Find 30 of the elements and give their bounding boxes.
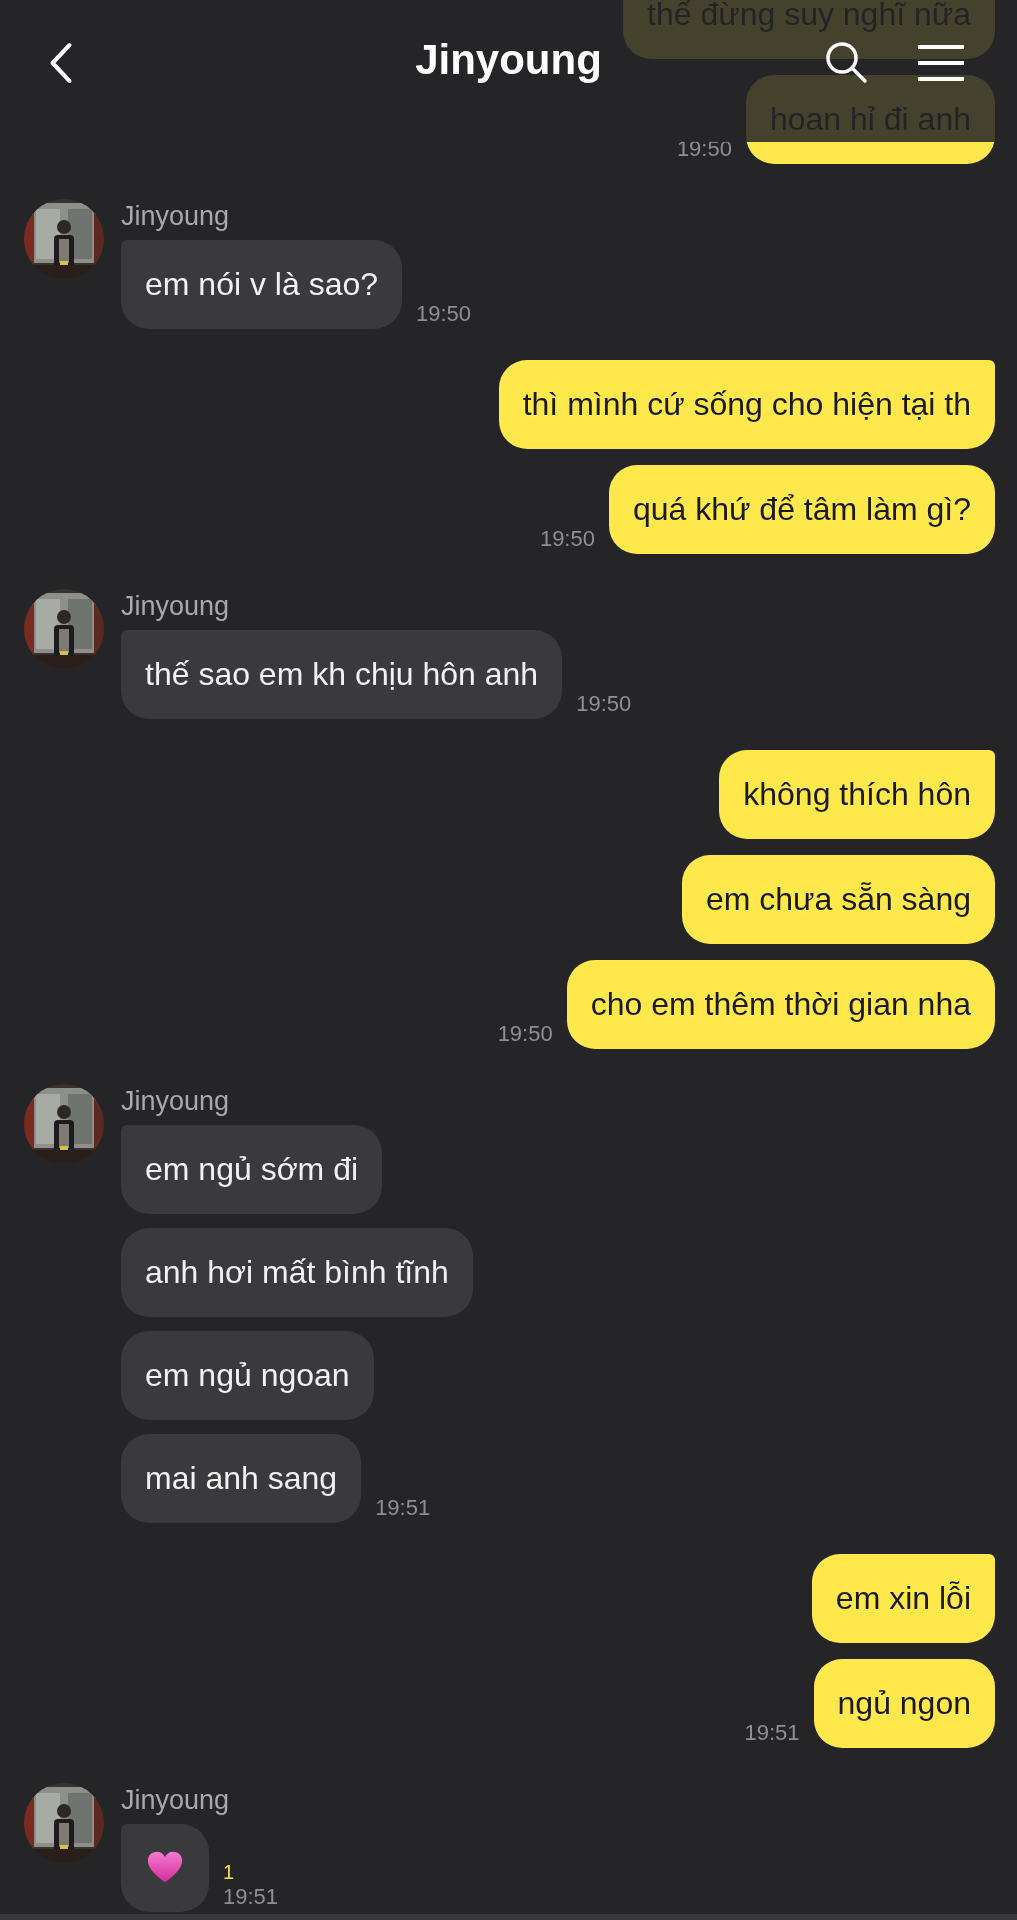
message-bubble: anh hơi mất bình tĩnh <box>121 1228 473 1317</box>
menu-icon[interactable] <box>916 44 966 82</box>
message-bubble: mai anh sang <box>121 1434 362 1523</box>
message-bubble: thì mình cứ sống cho hiện tại th <box>498 360 995 449</box>
message-time: 19:50 <box>416 301 472 327</box>
message-bubble: em ngủ ngoan <box>121 1331 374 1420</box>
message-time: 19:50 <box>676 136 732 162</box>
message-bubble: không thích hôn <box>719 750 995 839</box>
message-bubble: em chưa sẵn sàng <box>681 855 995 944</box>
unread-count: 1 <box>223 1861 235 1884</box>
sender-name: Jinyoung <box>121 1785 230 1816</box>
message-bubble: em xin lỗi <box>811 1554 995 1643</box>
back-icon[interactable] <box>48 42 74 84</box>
message-time: 19:51 <box>223 1884 279 1910</box>
sender-name: Jinyoung <box>121 591 230 622</box>
sender-name: Jinyoung <box>121 201 230 232</box>
message-time: 19:50 <box>539 526 595 552</box>
message-bubble: cho em thêm thời gian nha <box>566 960 995 1049</box>
message-time: 19:50 <box>576 691 632 717</box>
message-time: 19:51 <box>375 1495 431 1521</box>
sender-name: Jinyoung <box>121 1086 230 1117</box>
message-time: 19:50 <box>497 1021 553 1047</box>
chat-title: Jinyoung <box>415 36 602 84</box>
message-bubble: ngủ ngon <box>813 1659 995 1748</box>
message-bubble: quá khứ để tâm làm gì? <box>608 465 995 554</box>
search-icon[interactable] <box>824 40 868 84</box>
message-bubble: em ngủ sớm đi <box>121 1125 383 1214</box>
message-bubble: thế sao em kh chịu hôn anh <box>121 630 563 719</box>
message-bubble: em nói v là sao? <box>121 240 402 329</box>
message-time: 19:51 <box>744 1720 800 1746</box>
